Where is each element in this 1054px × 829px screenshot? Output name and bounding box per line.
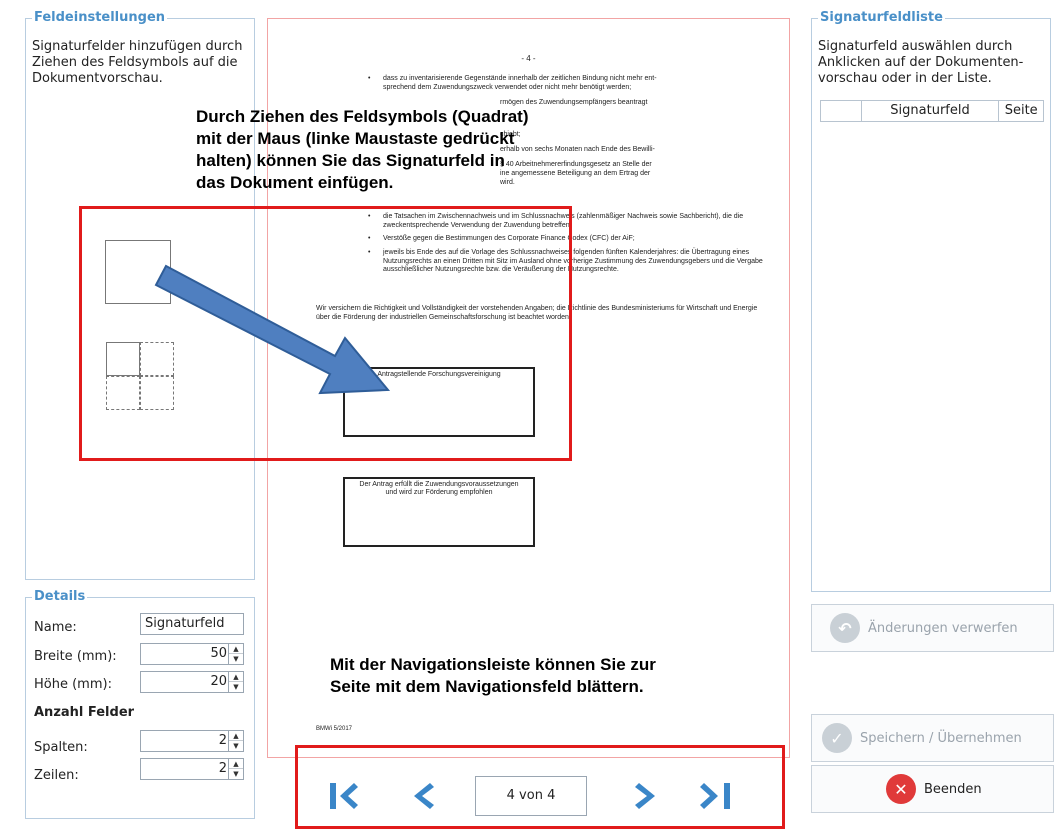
width-stepper[interactable]: 50 ▲ ▼ xyxy=(140,643,244,665)
height-value: 20 xyxy=(210,674,227,689)
details-title: Details xyxy=(32,589,88,604)
signature-field-2-label: Der Antrag erfüllt die Zuwendungsvorauss… xyxy=(359,481,519,496)
columns-label: Spalten: xyxy=(34,740,88,755)
name-label: Name: xyxy=(34,620,77,635)
column-signature-field[interactable]: Signaturfeld xyxy=(862,101,1000,121)
spin-up-icon[interactable]: ▲ xyxy=(229,672,243,682)
first-page-icon[interactable] xyxy=(328,780,360,812)
height-label: Höhe (mm): xyxy=(34,677,112,692)
bullet-marker: • xyxy=(368,75,371,82)
doc-line: sprechend dem Zuwendungszweck verwendet … xyxy=(383,84,632,91)
column-select[interactable] xyxy=(821,101,862,121)
spin-down-icon[interactable]: ▼ xyxy=(229,741,243,751)
width-label: Breite (mm): xyxy=(34,649,117,664)
close-icon: ✕ xyxy=(886,774,916,804)
doc-line: dass zu inventarisierende Gegenstände in… xyxy=(383,75,657,82)
doc-footer: BMWi 5/2017 xyxy=(316,726,353,732)
exit-label: Beenden xyxy=(924,781,982,797)
undo-icon: ↶ xyxy=(830,613,860,643)
name-field[interactable]: Signaturfeld xyxy=(140,613,244,635)
columns-value: 2 xyxy=(218,733,227,748)
spin-up-icon[interactable]: ▲ xyxy=(229,759,243,769)
signature-list-header: Signaturfeld Seite xyxy=(820,100,1044,122)
width-value: 50 xyxy=(210,646,227,661)
spin-up-icon[interactable]: ▲ xyxy=(229,731,243,741)
drag-arrow-icon xyxy=(154,264,391,395)
spin-up-icon[interactable]: ▲ xyxy=(229,644,243,654)
spin-down-icon[interactable]: ▼ xyxy=(229,769,243,779)
checkmark-icon: ✓ xyxy=(822,723,852,753)
signature-list-hint: Signaturfeld auswählen durch Anklicken a… xyxy=(818,39,1024,86)
next-page-icon[interactable] xyxy=(633,780,661,812)
columns-stepper[interactable]: 2 ▲ ▼ xyxy=(140,730,244,752)
rows-stepper[interactable]: 2 ▲ ▼ xyxy=(140,758,244,780)
column-page[interactable]: Seite xyxy=(999,101,1043,121)
field-settings-title: Feldeinstellungen xyxy=(32,10,168,25)
previous-page-icon[interactable] xyxy=(408,780,436,812)
last-page-icon[interactable] xyxy=(700,780,734,812)
field-count-heading: Anzahl Felder xyxy=(34,705,135,720)
save-apply-label: Speichern / Übernehmen xyxy=(860,730,1022,746)
discard-changes-label: Änderungen verwerfen xyxy=(868,620,1018,636)
signature-field-2[interactable]: Der Antrag erfüllt die Zuwendungsvorauss… xyxy=(343,477,535,547)
height-stepper[interactable]: 20 ▲ ▼ xyxy=(140,671,244,693)
spin-down-icon[interactable]: ▼ xyxy=(229,654,243,664)
field-settings-hint: Signaturfelder hinzufügen durch Ziehen d… xyxy=(32,39,243,86)
page-number: - 4 - xyxy=(521,54,536,63)
navigation-instruction-callout: Mit der Navigationsleiste können Sie zur… xyxy=(330,655,656,696)
rows-label: Zeilen: xyxy=(34,768,79,783)
discard-changes-button[interactable]: ↶ Änderungen verwerfen xyxy=(811,604,1054,652)
signature-list-title: Signaturfeldliste xyxy=(818,10,945,25)
rows-value: 2 xyxy=(218,761,227,776)
spin-down-icon[interactable]: ▼ xyxy=(229,682,243,692)
exit-button[interactable]: ✕ Beenden xyxy=(811,765,1054,813)
drag-instruction-callout: Durch Ziehen des Feldsymbols (Quadrat) m… xyxy=(196,107,529,192)
page-indicator[interactable]: 4 von 4 xyxy=(475,776,587,816)
save-apply-button[interactable]: ✓ Speichern / Übernehmen xyxy=(811,714,1054,762)
